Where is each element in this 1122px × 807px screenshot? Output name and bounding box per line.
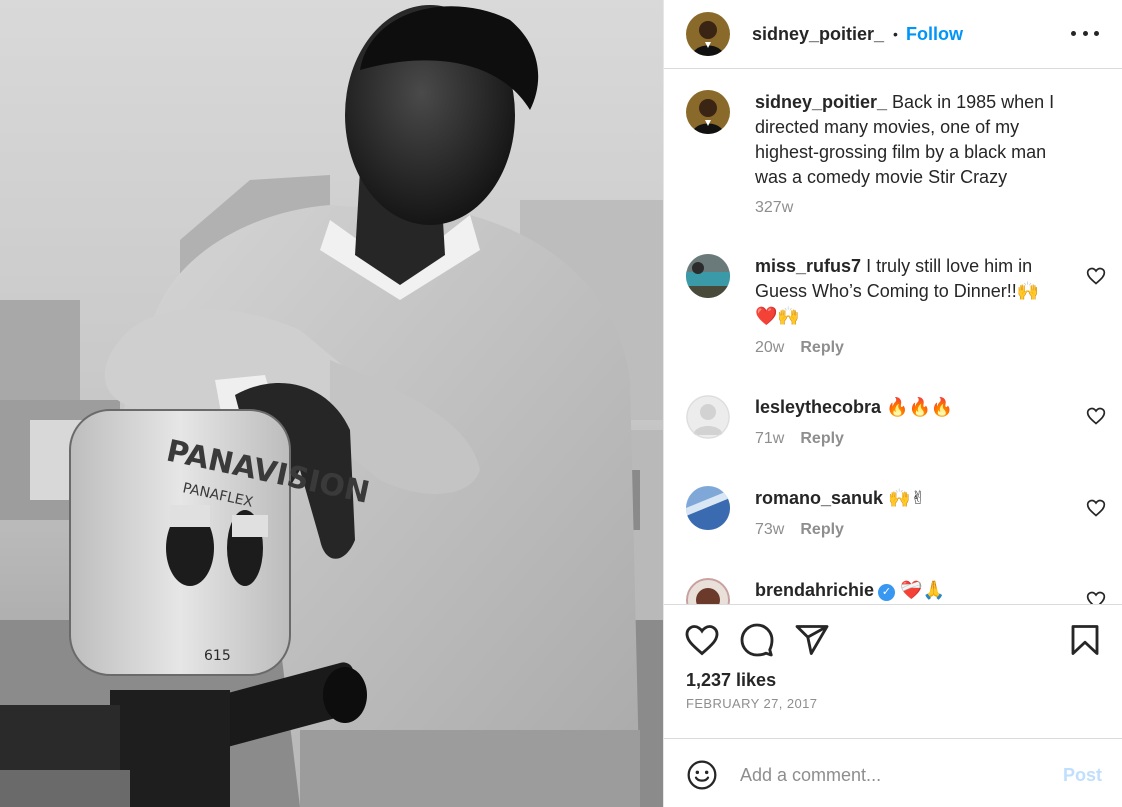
commenter-avatar-image xyxy=(686,486,730,530)
caption-row: sidney_poitier_ Back in 1985 when I direc… xyxy=(686,90,1106,217)
author-avatar[interactable] xyxy=(686,12,730,56)
author-avatar-image xyxy=(686,12,730,56)
comment-time[interactable]: 20w xyxy=(755,339,784,357)
post-side-panel: sidney_poitier_ • Follow sidney_poitier_… xyxy=(663,0,1122,807)
caption-text: sidney_poitier_ Back in 1985 when I direc… xyxy=(755,90,1075,190)
camera-tag-label: 615 xyxy=(204,648,231,664)
heart-icon[interactable] xyxy=(684,622,720,658)
more-options-icon[interactable] xyxy=(1071,23,1099,43)
post-photo[interactable]: PANAVISION PANAFLEX 615 xyxy=(0,0,663,807)
comment-emoji: 🙌✌ xyxy=(888,488,926,509)
comment-time[interactable]: 73w xyxy=(755,521,784,539)
comment-input[interactable] xyxy=(740,761,1040,789)
caption-time[interactable]: 327w xyxy=(755,199,793,217)
likes-count[interactable]: 1,237 likes xyxy=(686,670,776,691)
comment-row: miss_rufus7 I truly still love him in Gue… xyxy=(686,254,1106,357)
commenter-avatar[interactable] xyxy=(686,254,730,298)
comment-emoji-line2: ❤️🙌 xyxy=(755,306,800,327)
comment-username[interactable]: romano_sanuk xyxy=(755,488,883,508)
commenter-avatar[interactable] xyxy=(686,578,730,604)
comment-like-heart-icon[interactable] xyxy=(1086,498,1106,518)
post-comment-button[interactable]: Post xyxy=(1063,765,1102,786)
follow-button[interactable]: Follow xyxy=(906,24,963,45)
paper-plane-icon[interactable] xyxy=(794,622,830,658)
caption-username[interactable]: sidney_poitier_ xyxy=(755,92,887,112)
author-username[interactable]: sidney_poitier_ xyxy=(752,24,884,45)
comment-username[interactable]: brendahrichie xyxy=(755,580,874,600)
comment-row: brendahrichie ✓ ❤️‍🩹🙏 xyxy=(686,578,1106,604)
default-avatar-image xyxy=(686,395,730,439)
comment-text: miss_rufus7 I truly still love him in Gue… xyxy=(755,254,1075,329)
comment-emoji: 🔥🔥🔥 xyxy=(886,397,954,418)
comment-row: romano_sanuk 🙌✌ 73w Reply xyxy=(686,486,1106,539)
reply-button[interactable]: Reply xyxy=(800,339,844,357)
caption-avatar-image xyxy=(686,90,730,134)
add-comment-bar: Post xyxy=(664,738,1122,807)
comment-row: lesleythecobra 🔥🔥🔥 71w Reply xyxy=(686,395,1106,448)
post-date: FEBRUARY 27, 2017 xyxy=(686,696,818,711)
smiley-face-icon[interactable] xyxy=(686,759,718,791)
comment-text: lesleythecobra 🔥🔥🔥 xyxy=(755,395,1075,420)
comment-username[interactable]: miss_rufus7 xyxy=(755,256,861,276)
comment-emoji: 🙌 xyxy=(1016,281,1040,302)
comment-username[interactable]: lesleythecobra xyxy=(755,397,881,417)
comment-emoji: ❤️‍🩹🙏 xyxy=(900,580,945,601)
commenter-avatar[interactable] xyxy=(686,486,730,530)
comment-like-heart-icon[interactable] xyxy=(1086,406,1106,426)
bookmark-icon[interactable] xyxy=(1067,622,1103,658)
comment-text: romano_sanuk 🙌✌ xyxy=(755,486,1075,511)
commenter-avatar[interactable] xyxy=(686,395,730,439)
comment-like-heart-icon[interactable] xyxy=(1086,590,1106,604)
post-header: sidney_poitier_ • Follow xyxy=(664,0,1122,69)
reply-button[interactable]: Reply xyxy=(800,521,844,539)
commenter-avatar-image xyxy=(686,578,730,604)
comment-bubble-icon[interactable] xyxy=(739,622,775,658)
comment-text: brendahrichie ✓ ❤️‍🩹🙏 xyxy=(755,578,1075,603)
reply-button[interactable]: Reply xyxy=(800,430,844,448)
comment-time[interactable]: 71w xyxy=(755,430,784,448)
post-actions: 1,237 likes FEBRUARY 27, 2017 xyxy=(664,604,1122,737)
post-photo-image: PANAVISION PANAFLEX 615 xyxy=(0,0,663,807)
header-separator: • xyxy=(893,26,898,42)
caption-avatar[interactable] xyxy=(686,90,730,134)
verified-badge-icon: ✓ xyxy=(878,584,896,601)
comments-list[interactable]: sidney_poitier_ Back in 1985 when I direc… xyxy=(664,70,1122,604)
comment-like-heart-icon[interactable] xyxy=(1086,266,1106,286)
commenter-avatar-image xyxy=(686,254,730,298)
